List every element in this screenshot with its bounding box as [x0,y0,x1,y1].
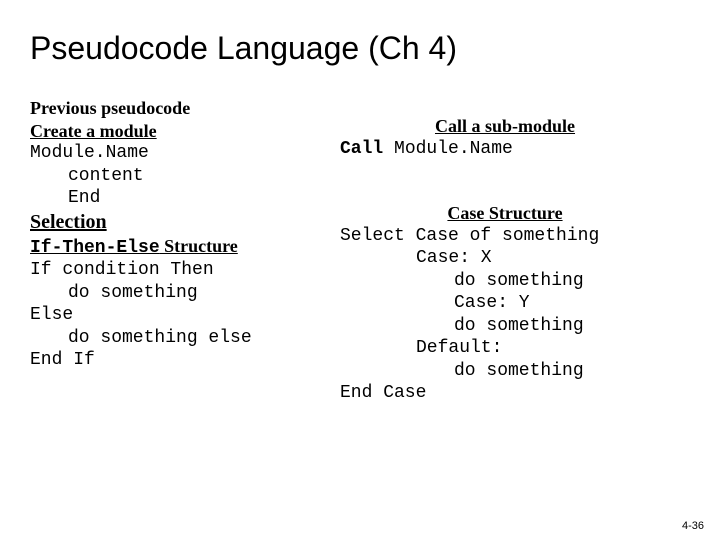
right-column: Call a sub-module Call Module.Name Case … [340,97,670,405]
call-line: Call Module.Name [340,138,670,161]
else-do-line: do something else [30,327,340,350]
case-y-do-line: do something [340,315,670,338]
module-end-line: End [30,187,340,210]
if-then-else-heading: If-Then-Else Structure [30,235,340,260]
select-case-line: Select Case of something [340,225,670,248]
call-submodule-heading: Call a sub-module [340,115,670,138]
default-line: Default: [340,337,670,360]
case-structure-heading: Case Structure [340,202,670,225]
previous-heading: Previous pseudocode [30,97,340,120]
end-case-line: End Case [340,382,670,405]
module-name-line: Module.Name [30,142,340,165]
if-do-line: do something [30,282,340,305]
slide: Pseudocode Language (Ch 4) Previous pseu… [0,0,720,540]
slide-title: Pseudocode Language (Ch 4) [30,30,690,67]
page-number: 4-36 [682,520,704,532]
ite-keyword: If-Then-Else [30,238,160,258]
default-do-line: do something [340,360,670,383]
case-x-line: Case: X [340,247,670,270]
else-line: Else [30,304,340,327]
selection-heading: Selection [30,210,340,235]
case-x-do-line: do something [340,270,670,293]
call-module-name: Module.Name [383,139,513,159]
case-y-line: Case: Y [340,292,670,315]
content-columns: Previous pseudocode Create a module Modu… [30,97,690,405]
call-keyword: Call [340,139,383,159]
left-column: Previous pseudocode Create a module Modu… [30,97,340,372]
spacer [340,97,670,115]
if-line: If condition Then [30,259,340,282]
module-content-line: content [30,165,340,188]
ite-structure-word: Structure [160,236,238,256]
spacer [340,160,670,178]
spacer [340,178,670,196]
endif-line: End If [30,349,340,372]
create-module-heading: Create a module [30,120,340,143]
